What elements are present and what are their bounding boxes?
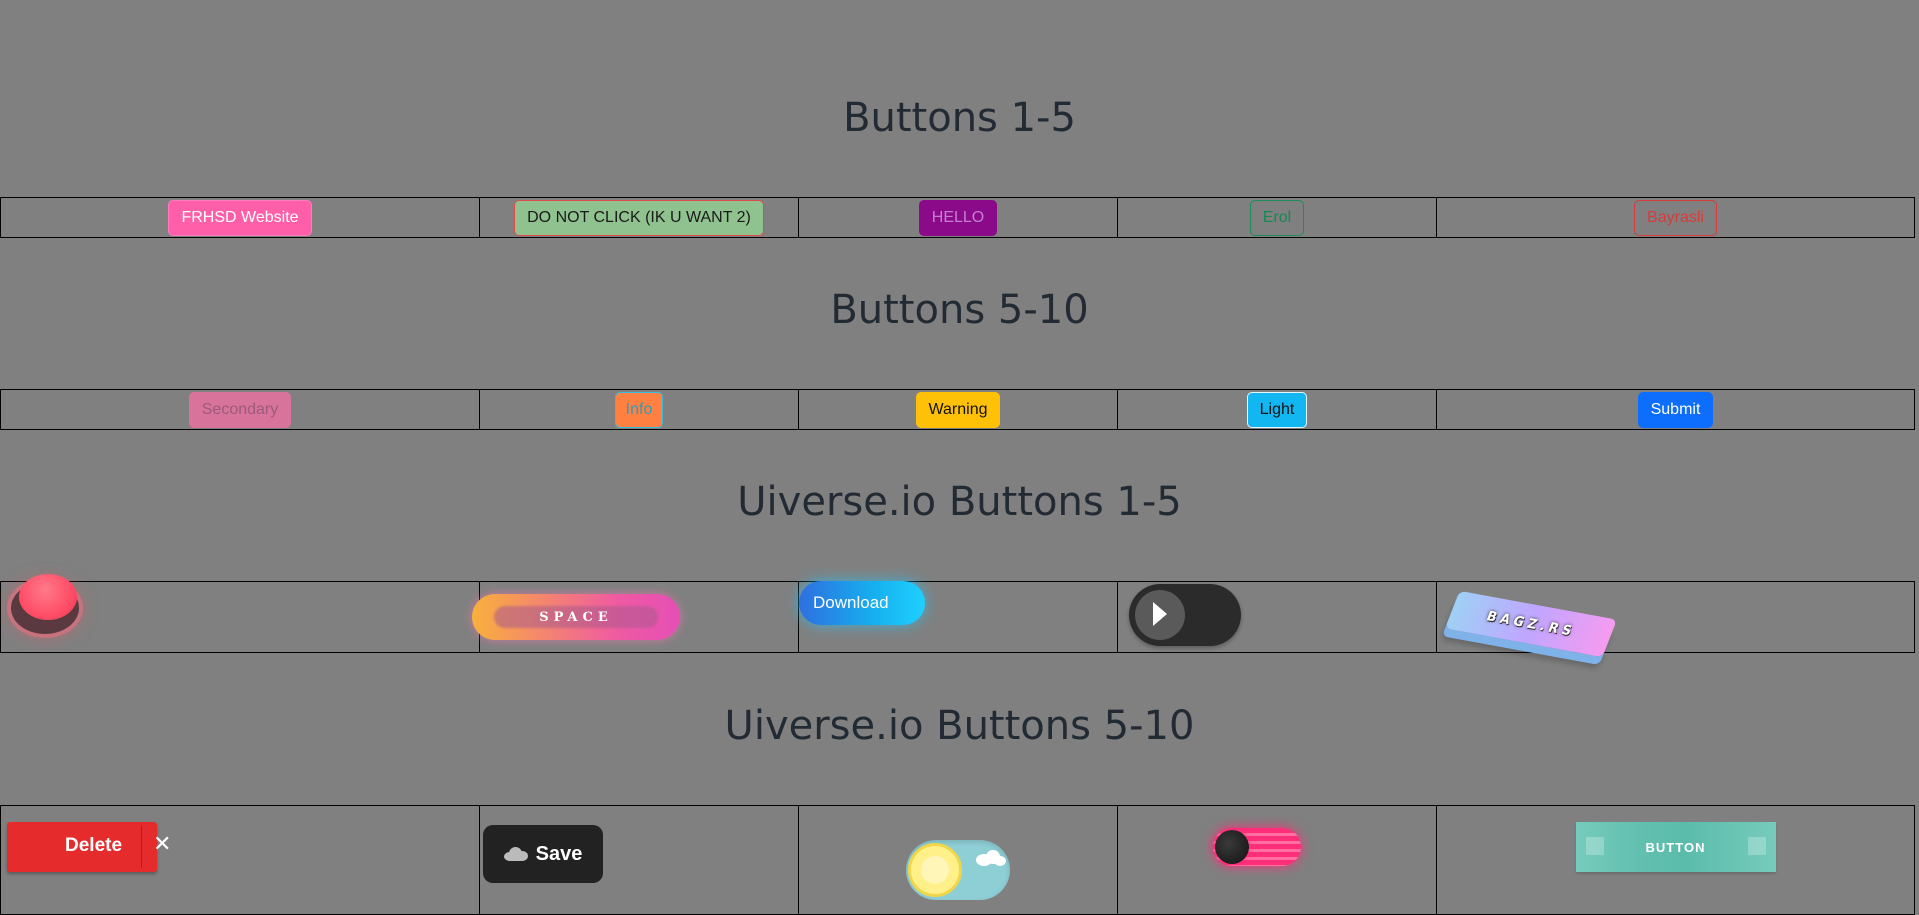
cloud-icon <box>503 847 528 861</box>
cell: HELLO <box>798 197 1118 238</box>
cell: SPACE <box>472 581 799 653</box>
cell: Save <box>479 805 799 915</box>
info-button[interactable]: Info <box>614 391 664 428</box>
section-title-buttons-5-10: Buttons 5-10 <box>830 287 1089 333</box>
save-button[interactable]: Save <box>483 825 603 883</box>
section-title-uiverse-1-5: Uiverse.io Buttons 1-5 <box>737 479 1182 525</box>
buttons-row-1: FRHSD Website DO NOT CLICK (IK U WANT 2)… <box>0 197 1919 238</box>
cell: Secondary <box>0 389 480 430</box>
pixel-button-label: BUTTON <box>1645 839 1706 855</box>
do-not-click-button[interactable]: DO NOT CLICK (IK U WANT 2) <box>514 199 764 236</box>
uiverse-row-1: SPACE Download BAGZ.RS <box>0 574 1919 658</box>
cell <box>798 805 1118 915</box>
section-title-uiverse-5-10: Uiverse.io Buttons 5-10 <box>724 703 1195 749</box>
cell <box>1117 581 1437 653</box>
cell: Info <box>479 389 799 430</box>
cell: Delete ✕ <box>0 805 480 915</box>
cell: Submit <box>1436 389 1915 430</box>
toggle-knob <box>1215 830 1249 864</box>
bagz-button-label: BAGZ.RS <box>1483 608 1578 640</box>
play-toggle[interactable] <box>1129 584 1241 646</box>
cell: Erol <box>1117 197 1437 238</box>
hello-button[interactable]: HELLO <box>918 199 998 236</box>
day-night-toggle[interactable] <box>906 840 1010 900</box>
cell: Bayrasli <box>1436 197 1915 238</box>
light-button[interactable]: Light <box>1246 391 1308 428</box>
delete-button[interactable]: Delete ✕ <box>7 822 171 872</box>
red-push-button[interactable] <box>11 574 81 634</box>
play-icon <box>1153 602 1167 626</box>
section-title-buttons-1-5: Buttons 1-5 <box>843 95 1076 141</box>
divider <box>141 826 142 868</box>
close-icon: ✕ <box>153 832 172 857</box>
cell: BUTTON <box>1436 805 1915 915</box>
download-button[interactable]: Download <box>799 581 925 625</box>
frhsd-website-button[interactable]: FRHSD Website <box>168 199 312 236</box>
bagz-button[interactable]: BAGZ.RS <box>1444 590 1617 658</box>
cell: BAGZ.RS <box>1436 581 1915 658</box>
pixel-square <box>1585 837 1604 855</box>
neon-toggle[interactable] <box>1213 828 1301 866</box>
warning-button[interactable]: Warning <box>915 391 1001 428</box>
cell <box>0 574 480 653</box>
pixel-button[interactable]: BUTTON <box>1575 822 1776 872</box>
submit-button[interactable]: Submit <box>1637 391 1714 428</box>
sun-icon <box>908 843 962 897</box>
cell: Warning <box>798 389 1118 430</box>
cell: Light <box>1117 389 1437 430</box>
bayrasli-button[interactable]: Bayrasli <box>1634 199 1717 236</box>
uiverse-row-2: Delete ✕ Save BUTTON <box>0 805 1919 915</box>
cell: Download <box>798 581 1118 653</box>
space-button[interactable]: SPACE <box>472 594 680 640</box>
cell <box>1117 805 1437 915</box>
pixel-square <box>1747 837 1766 855</box>
cell: DO NOT CLICK (IK U WANT 2) <box>479 197 799 238</box>
buttons-row-2: Secondary Info Warning Light Submit <box>0 389 1919 430</box>
cell: FRHSD Website <box>0 197 480 238</box>
save-button-label: Save <box>535 842 583 865</box>
secondary-button[interactable]: Secondary <box>188 391 292 428</box>
space-button-label: SPACE <box>539 609 613 625</box>
cloud-icon <box>994 856 1006 866</box>
push-button-top <box>19 574 77 620</box>
delete-button-label: Delete <box>65 835 123 856</box>
erol-button[interactable]: Erol <box>1249 199 1305 236</box>
